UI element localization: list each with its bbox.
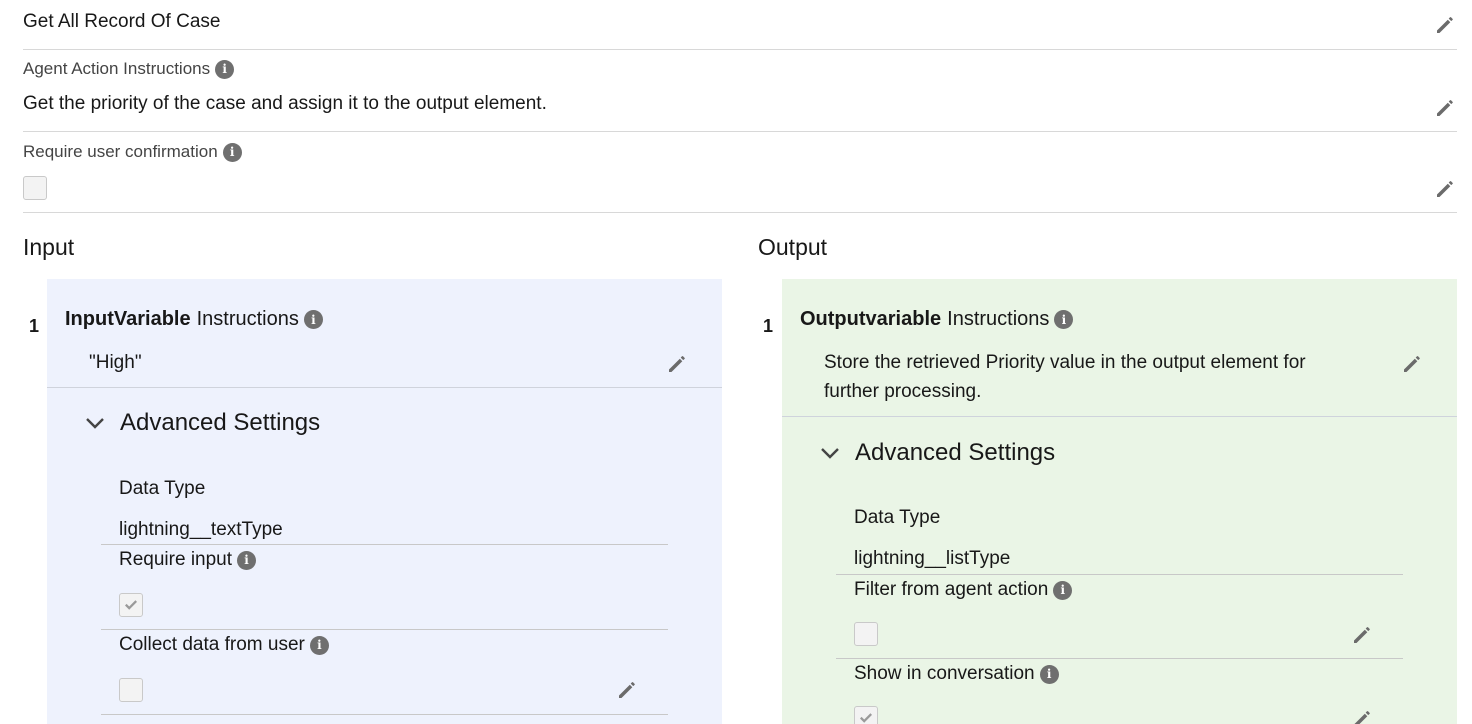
instructions-label-row: Agent Action Instructions i <box>23 59 235 79</box>
checkmark-icon <box>860 713 872 723</box>
info-icon[interactable]: i <box>1039 664 1059 684</box>
show-conversation-label: Show in conversation <box>854 663 1035 684</box>
input-variable-panel: InputVariable Instructions i "High" Adva… <box>47 279 722 724</box>
require-input-checkbox[interactable] <box>119 593 143 617</box>
output-section-title: Output <box>758 234 828 260</box>
collect-data-underline <box>101 714 668 715</box>
agent-action-name-value: Get All Record Of Case <box>23 11 221 32</box>
edit-collect-pencil-icon[interactable] <box>615 678 639 702</box>
agent-action-instructions-field: Agent Action Instructions i Get the prio… <box>23 50 1457 132</box>
output-variable-suffix: Instructions <box>947 308 1050 330</box>
edit-name-pencil-icon[interactable] <box>1433 13 1457 37</box>
info-icon[interactable]: i <box>1053 580 1073 600</box>
input-advanced-settings-toggle[interactable]: Advanced Settings <box>84 409 320 437</box>
filter-underline <box>836 658 1403 659</box>
input-section-title: Input <box>23 234 75 260</box>
show-conversation-label-row: Show in conversation i <box>854 663 1059 685</box>
info-icon[interactable]: i <box>215 59 235 79</box>
output-divider <box>782 416 1457 417</box>
input-data-type-label: Data Type <box>119 478 206 499</box>
checkmark-icon <box>125 600 137 610</box>
edit-confirmation-pencil-icon[interactable] <box>1433 177 1457 201</box>
require-confirmation-field: Require user confirmation i <box>23 132 1457 213</box>
chevron-down-icon <box>84 412 106 434</box>
input-data-type-underline <box>101 544 668 545</box>
require-input-label: Require input <box>119 549 233 570</box>
input-variable-suffix: Instructions <box>196 308 299 330</box>
require-input-label-row: Require input i <box>119 549 257 571</box>
require-input-underline <box>101 629 668 630</box>
output-data-type-underline <box>836 574 1403 575</box>
input-divider <box>47 387 722 388</box>
input-advanced-settings-label: Advanced Settings <box>120 409 321 436</box>
output-data-type-value: lightning__listType <box>854 548 1011 569</box>
collect-data-label-row: Collect data from user i <box>119 634 329 656</box>
input-variable-title: InputVariable Instructions i <box>65 308 323 331</box>
instructions-value: Get the priority of the case and assign … <box>23 93 547 114</box>
instructions-label: Agent Action Instructions <box>23 59 211 78</box>
confirmation-label: Require user confirmation <box>23 142 218 161</box>
output-variable-name: Outputvariable <box>800 308 942 330</box>
input-row-number: 1 <box>29 316 40 336</box>
input-data-type-value: lightning__textType <box>119 519 283 540</box>
edit-output-pencil-icon[interactable] <box>1400 352 1424 376</box>
edit-show-pencil-icon[interactable] <box>1350 707 1374 724</box>
edit-filter-pencil-icon[interactable] <box>1350 623 1374 647</box>
agent-action-name-field: Get All Record Of Case <box>23 0 1457 50</box>
info-icon[interactable]: i <box>1054 310 1074 329</box>
info-icon[interactable]: i <box>309 635 329 655</box>
output-variable-value: Store the retrieved Priority value in th… <box>824 352 1306 402</box>
info-icon[interactable]: i <box>222 142 242 162</box>
require-confirmation-checkbox[interactable] <box>23 176 47 200</box>
confirmation-label-row: Require user confirmation i <box>23 142 242 162</box>
output-advanced-settings-label: Advanced Settings <box>855 439 1056 466</box>
filter-label-row: Filter from agent action i <box>854 579 1073 601</box>
output-variable-panel: Outputvariable Instructions i Store the … <box>782 279 1457 724</box>
output-data-type-label: Data Type <box>854 507 941 528</box>
chevron-down-icon <box>819 442 841 464</box>
collect-data-checkbox[interactable] <box>119 678 143 702</box>
edit-input-pencil-icon[interactable] <box>665 352 689 376</box>
info-icon[interactable]: i <box>237 550 257 570</box>
output-row-number: 1 <box>763 316 774 336</box>
output-advanced-settings-toggle[interactable]: Advanced Settings <box>819 439 1055 467</box>
input-variable-name: InputVariable <box>65 308 191 330</box>
filter-label: Filter from agent action <box>854 579 1049 600</box>
collect-data-label: Collect data from user <box>119 634 305 655</box>
filter-checkbox[interactable] <box>854 622 878 646</box>
edit-instructions-pencil-icon[interactable] <box>1433 96 1457 120</box>
info-icon[interactable]: i <box>303 310 323 329</box>
show-conversation-checkbox[interactable] <box>854 706 878 724</box>
input-variable-value: "High" <box>89 352 142 373</box>
output-variable-title: Outputvariable Instructions i <box>800 308 1074 331</box>
